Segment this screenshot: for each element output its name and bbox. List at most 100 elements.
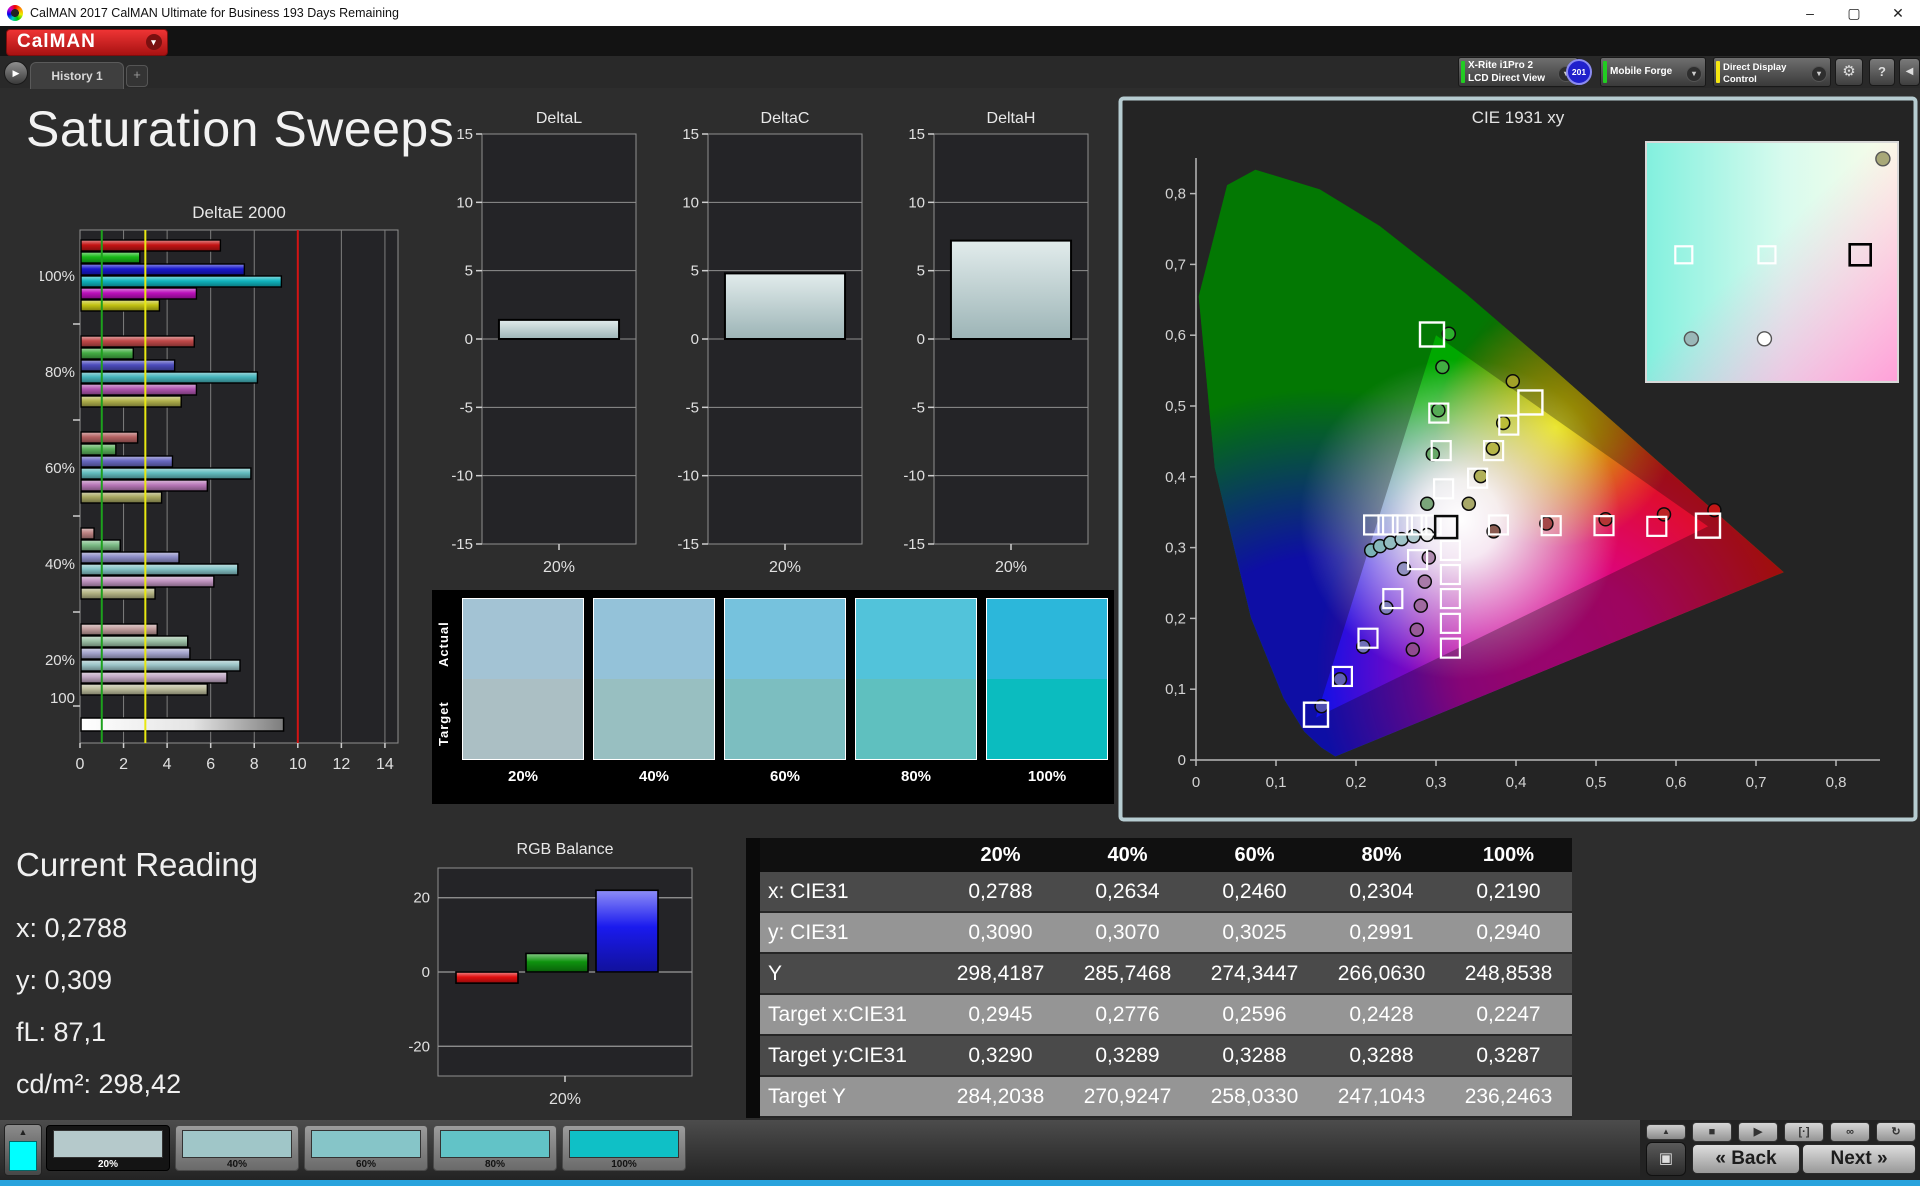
collapse-panel-icon[interactable]: ◀ xyxy=(1899,58,1920,86)
table-cell: 0,2776 xyxy=(1064,994,1191,1035)
deltac-chart: DeltaC151050-5-10-1520% xyxy=(672,108,868,590)
table-row-label: Target x:CIE31 xyxy=(753,994,937,1035)
svg-text:0,1: 0,1 xyxy=(1165,681,1186,698)
swatch-label: 20% xyxy=(47,1159,169,1170)
svg-text:20: 20 xyxy=(413,890,430,907)
brand-bar: CalMAN ▾ xyxy=(0,26,1920,56)
table-cell: 0,3289 xyxy=(1064,1035,1191,1076)
svg-text:-15: -15 xyxy=(677,536,699,553)
table-cell: 0,2190 xyxy=(1445,872,1572,912)
table-row-label: Y xyxy=(753,953,937,994)
actual-swatch xyxy=(593,598,715,679)
tab-scroll-button[interactable]: ▶ xyxy=(4,61,28,85)
help-icon[interactable]: ? xyxy=(1869,58,1895,86)
table-cell: 0,3288 xyxy=(1191,1035,1318,1076)
table-row: y: CIE310,30900,30700,30250,29910,2940 xyxy=(753,912,1572,953)
svg-text:0: 0 xyxy=(917,331,925,348)
svg-text:0: 0 xyxy=(465,331,473,348)
saturation-swatch-40%[interactable]: 40% xyxy=(175,1125,299,1171)
svg-text:20%: 20% xyxy=(543,559,575,576)
svg-text:CIE 1931 xy: CIE 1931 xy xyxy=(1472,108,1565,127)
chevron-up-icon: ▲ xyxy=(5,1125,41,1139)
swatch-label: 80% xyxy=(434,1159,556,1170)
saturation-swatch-100%[interactable]: 100% xyxy=(562,1125,686,1171)
svg-text:20%: 20% xyxy=(549,1091,581,1108)
svg-text:-15: -15 xyxy=(451,536,473,553)
svg-text:20%: 20% xyxy=(769,559,801,576)
table-row: x: CIE310,27880,26340,24600,23040,2190 xyxy=(753,872,1572,912)
source-status-indicator xyxy=(1603,61,1607,83)
calman-logo-menu[interactable]: CalMAN ▾ xyxy=(6,29,168,56)
table-cell: 0,2304 xyxy=(1318,872,1445,912)
actual-swatch xyxy=(724,598,846,679)
table-row-label: x: CIE31 xyxy=(753,872,937,912)
svg-text:0,3: 0,3 xyxy=(1165,540,1186,557)
target-row-label: Target xyxy=(436,684,454,764)
svg-text:5: 5 xyxy=(465,263,473,280)
target-swatch xyxy=(986,679,1108,760)
table-cell: 270,9247 xyxy=(1064,1076,1191,1117)
table-cell: 285,7468 xyxy=(1064,953,1191,994)
maximize-button[interactable]: ▢ xyxy=(1832,0,1876,26)
svg-text:0: 0 xyxy=(1178,752,1186,769)
table-cell: 258,0330 xyxy=(1191,1076,1318,1117)
stop-pattern-button[interactable]: ▣ xyxy=(1646,1142,1686,1176)
stop-icon[interactable]: ■ xyxy=(1692,1122,1732,1142)
display-control-dropdown[interactable]: Direct Display Control ▾ xyxy=(1713,57,1831,87)
saturation-swatch-20%[interactable]: 20% xyxy=(46,1125,170,1171)
svg-text:-10: -10 xyxy=(451,468,473,485)
svg-text:6: 6 xyxy=(206,756,215,773)
swatch-label: 100% xyxy=(563,1159,685,1170)
table-cell: 0,2940 xyxy=(1445,912,1572,953)
saturation-swatch-80%[interactable]: 80% xyxy=(433,1125,557,1171)
table-col-header: 60% xyxy=(1191,838,1318,872)
svg-text:0: 0 xyxy=(422,964,430,981)
table-row: Target x:CIE310,29450,27760,25960,24280,… xyxy=(753,994,1572,1035)
read-series-icon[interactable]: [·] xyxy=(1784,1122,1824,1142)
svg-text:-10: -10 xyxy=(903,468,925,485)
table-cell: 0,3070 xyxy=(1064,912,1191,953)
table-col-header: 100% xyxy=(1445,838,1572,872)
svg-text:40%: 40% xyxy=(45,556,75,573)
table-col-header: 40% xyxy=(1064,838,1191,872)
svg-text:-10: -10 xyxy=(677,468,699,485)
tab-history-1[interactable]: History 1 xyxy=(30,62,124,89)
refresh-icon[interactable]: ↻ xyxy=(1876,1122,1916,1142)
continuous-icon[interactable]: ∞ xyxy=(1830,1122,1870,1142)
table-cell: 284,2038 xyxy=(937,1076,1064,1117)
test-pattern-preview-button[interactable]: ▲ xyxy=(4,1124,42,1176)
svg-text:80%: 80% xyxy=(45,364,75,381)
table-row-label: Target y:CIE31 xyxy=(753,1035,937,1076)
table-cell: 236,2463 xyxy=(1445,1076,1572,1117)
svg-text:0: 0 xyxy=(1192,774,1200,791)
svg-text:14: 14 xyxy=(376,756,394,773)
close-button[interactable]: ✕ xyxy=(1876,0,1920,26)
meter-dropdown[interactable]: X-Rite i1Pro 2 LCD Direct View ▾ xyxy=(1458,57,1578,87)
table-cell: 266,0630 xyxy=(1318,953,1445,994)
svg-text:DeltaL: DeltaL xyxy=(536,110,582,127)
play-icon[interactable]: ▶ xyxy=(1738,1122,1778,1142)
saturation-swatch-60%[interactable]: 60% xyxy=(304,1125,428,1171)
next-button[interactable]: Next » xyxy=(1802,1144,1916,1174)
current-reading-value: cd/m²: 298,42 xyxy=(16,1058,258,1110)
svg-text:0,6: 0,6 xyxy=(1165,327,1186,344)
svg-text:100%: 100% xyxy=(40,268,75,285)
svg-text:0,7: 0,7 xyxy=(1746,774,1767,791)
svg-text:0,5: 0,5 xyxy=(1165,398,1186,415)
chevron-down-icon: ▾ xyxy=(146,34,162,50)
transport-expand-button[interactable]: ▲ xyxy=(1646,1124,1686,1140)
calman-logo-text: CalMAN xyxy=(17,31,96,52)
add-tab-button[interactable]: + xyxy=(126,65,148,87)
back-button[interactable]: « Back xyxy=(1692,1144,1800,1174)
svg-text:-20: -20 xyxy=(408,1038,430,1055)
svg-text:15: 15 xyxy=(682,126,699,143)
table-cell: 0,2991 xyxy=(1318,912,1445,953)
svg-text:DeltaE 2000: DeltaE 2000 xyxy=(192,203,286,222)
table-row-label: y: CIE31 xyxy=(753,912,937,953)
current-reading-value: x: 0,2788 xyxy=(16,902,258,954)
source-dropdown[interactable]: Mobile Forge ▾ xyxy=(1600,57,1706,87)
svg-text:-5: -5 xyxy=(686,399,699,416)
display-status-indicator xyxy=(1716,61,1720,83)
gear-icon[interactable]: ⚙ xyxy=(1835,58,1863,86)
minimize-button[interactable]: – xyxy=(1788,0,1832,26)
